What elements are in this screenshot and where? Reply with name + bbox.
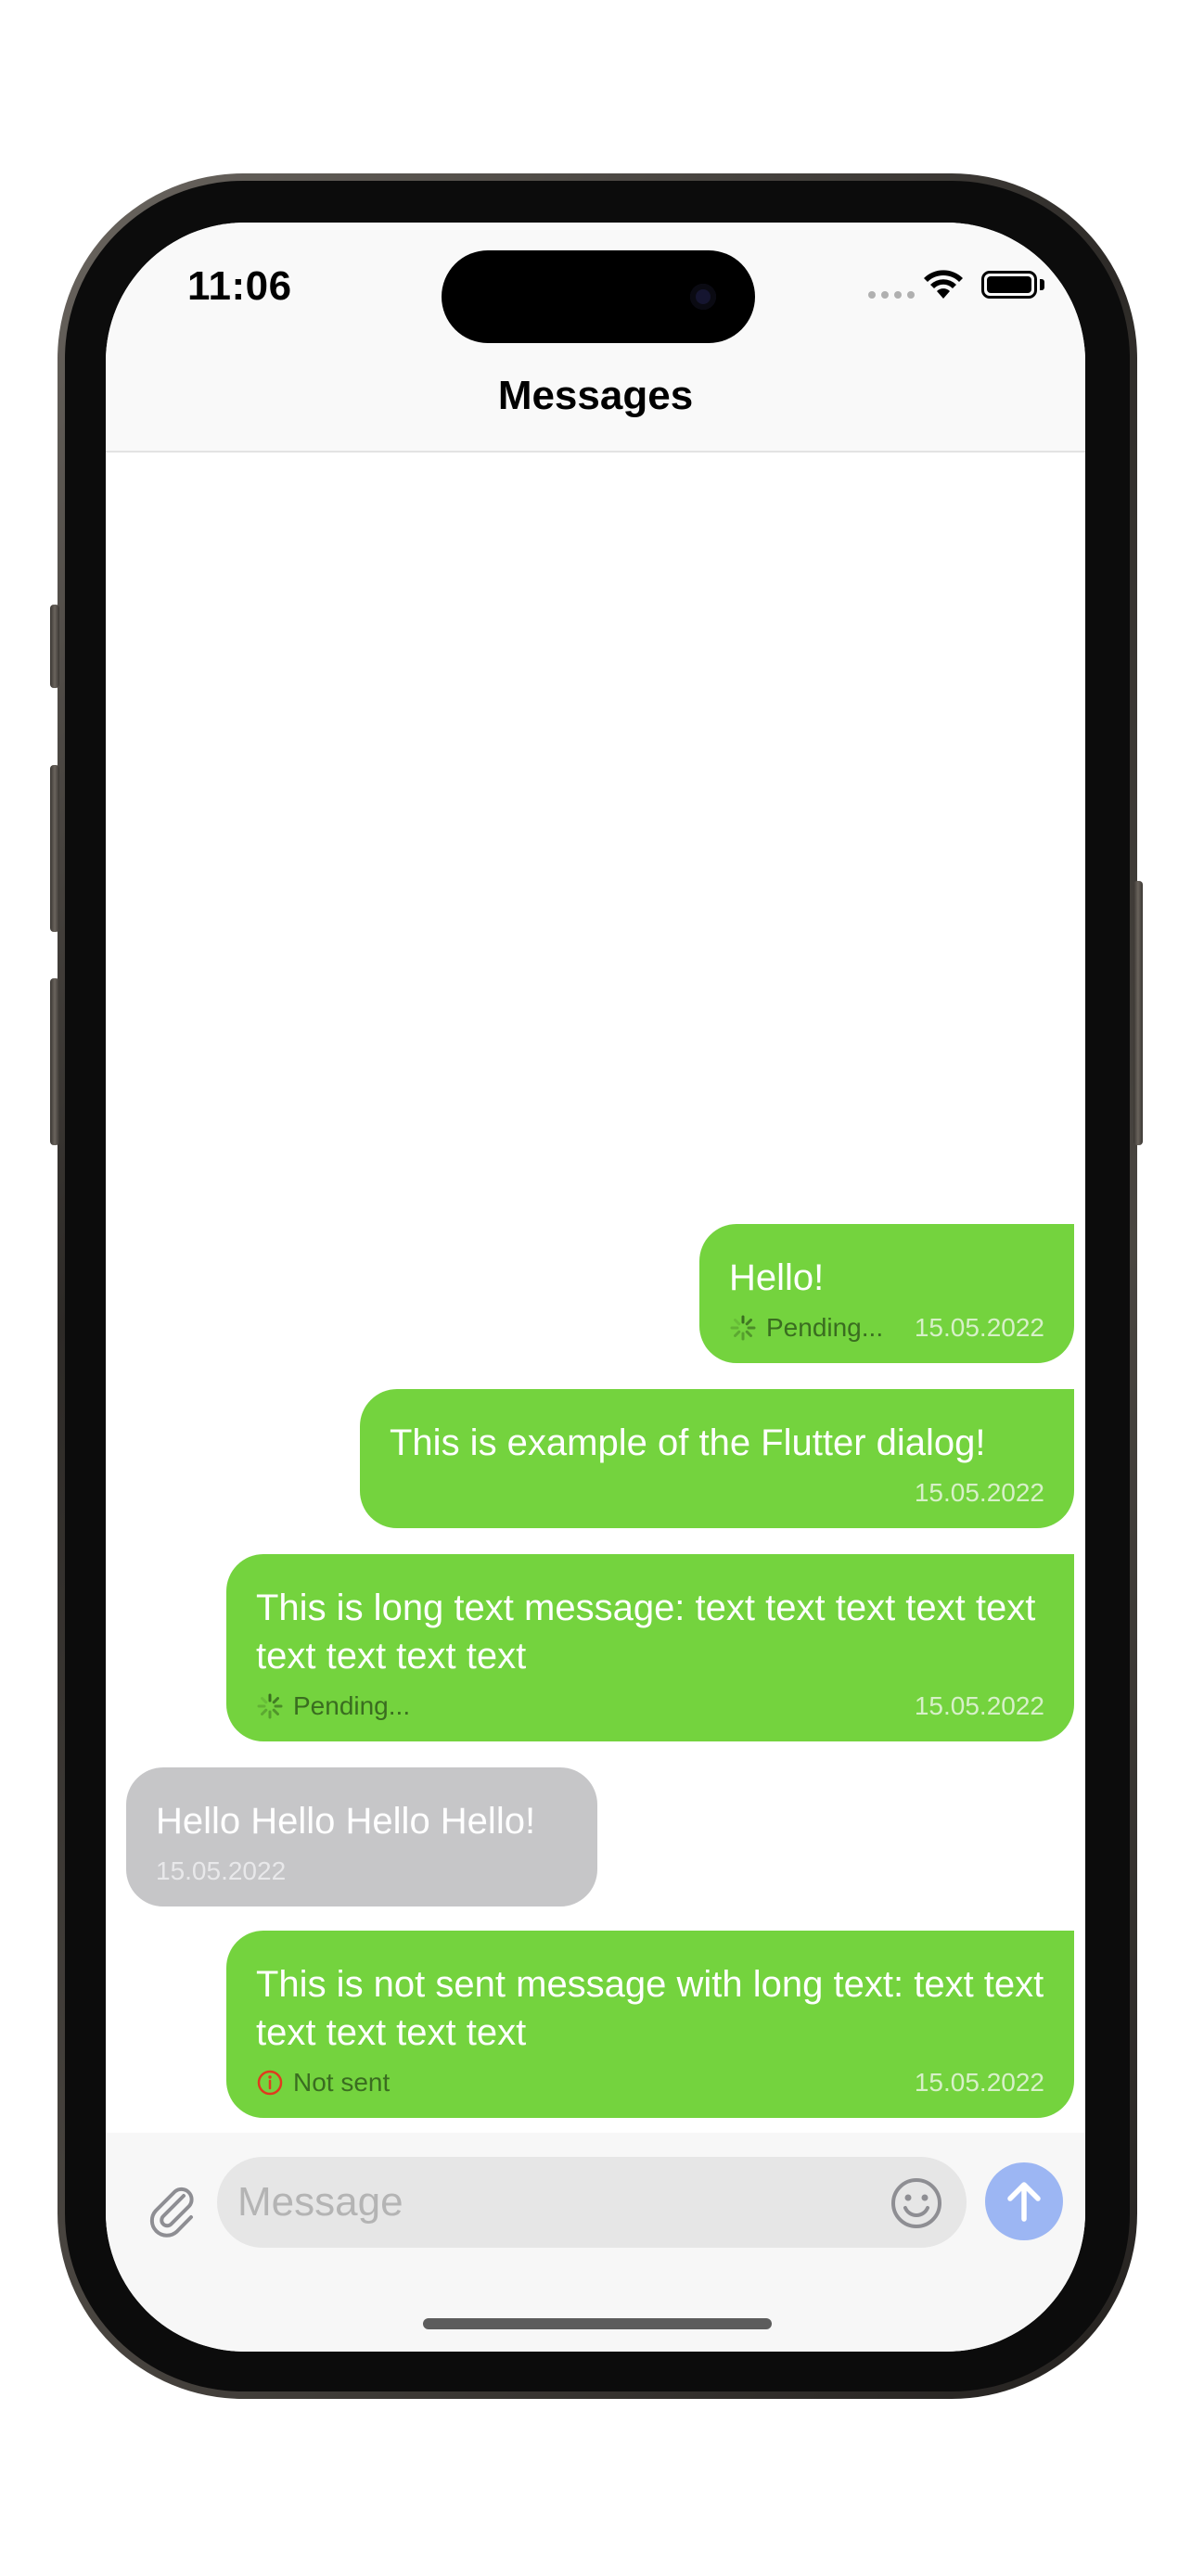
message-bubble-outgoing[interactable]: Hello! Pending... 15.05.2022: [699, 1224, 1074, 1363]
power-button: [1133, 881, 1143, 1145]
status-label: Pending...: [766, 1313, 884, 1342]
spinner-icon: [730, 1315, 756, 1341]
message-date: 15.05.2022: [914, 1313, 1044, 1342]
message-status: Pending...: [729, 1313, 883, 1343]
message-bubble-outgoing[interactable]: This is example of the Flutter dialog! 1…: [360, 1389, 1074, 1528]
message-bubble-incoming[interactable]: Hello Hello Hello Hello! 15.05.2022: [126, 1767, 597, 1906]
message-text: Hello Hello Hello Hello!: [156, 1801, 536, 1842]
cellular-signal-icon: [868, 291, 915, 299]
message-meta: 15.05.2022: [390, 1476, 1044, 1510]
spinner-icon: [257, 1693, 283, 1719]
send-button[interactable]: [985, 2162, 1063, 2240]
volume-up-button: [50, 765, 59, 932]
message-text: Hello!: [729, 1257, 825, 1298]
message-date: 15.05.2022: [914, 2068, 1044, 2097]
message-meta: 15.05.2022: [156, 1855, 568, 1888]
message-status: Not sent: [256, 2068, 390, 2098]
message-bubble-outgoing[interactable]: This is not sent message with long text:…: [226, 1931, 1074, 2118]
message-meta: Pending... 15.05.2022: [256, 1690, 1044, 1723]
camera-icon: [690, 284, 716, 310]
status-label: Pending...: [293, 1691, 411, 1720]
battery-icon: [981, 271, 1037, 299]
message-input[interactable]: [217, 2157, 967, 2248]
info-circle-icon: [257, 2070, 283, 2096]
paperclip-icon[interactable]: [143, 2179, 202, 2238]
message-text: This is long text message: text text tex…: [256, 1588, 1036, 1677]
wifi-icon: [924, 270, 963, 299]
page-title: Messages: [497, 373, 694, 418]
composer-bar: [106, 2133, 1085, 2352]
phone-screen: 11:06 Messages Hello! Pending... 15.05.2…: [106, 223, 1085, 2352]
message-bubble-outgoing[interactable]: This is long text message: text text tex…: [226, 1554, 1074, 1741]
dynamic-island: [442, 250, 755, 343]
message-text: This is not sent message with long text:…: [256, 1964, 1044, 2053]
status-time: 11:06: [187, 263, 292, 309]
arrow-up-icon: [1007, 2182, 1041, 2222]
status-label: Not sent: [293, 2068, 391, 2097]
message-date: 15.05.2022: [914, 1691, 1044, 1720]
volume-down-button: [50, 978, 59, 1145]
battery-tip: [1040, 279, 1044, 290]
message-text: This is example of the Flutter dialog!: [390, 1422, 986, 1463]
smiley-icon[interactable]: [889, 2175, 944, 2231]
message-date: 15.05.2022: [914, 1478, 1044, 1507]
action-button: [50, 605, 59, 688]
message-meta: Pending... 15.05.2022: [729, 1311, 1044, 1345]
home-indicator: [423, 2318, 772, 2329]
message-date: 15.05.2022: [156, 1856, 287, 1885]
message-status: Pending...: [256, 1691, 410, 1721]
message-meta: Not sent 15.05.2022: [256, 2066, 1044, 2099]
